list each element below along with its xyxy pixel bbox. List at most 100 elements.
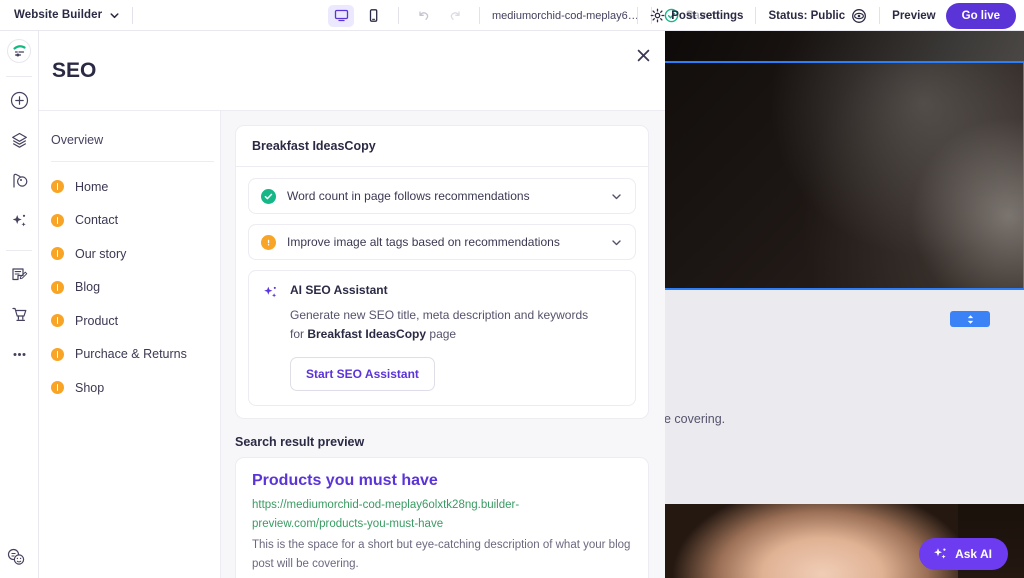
seo-panel-body: Overview Home Contact Our story: [39, 111, 665, 578]
ai-seo-assistant-description: Generate new SEO title, meta description…: [290, 306, 590, 344]
topbar-divider: [398, 7, 399, 24]
warning-circle-icon: [261, 235, 276, 250]
go-live-button[interactable]: Go live: [946, 3, 1016, 29]
desktop-monitor-icon: [334, 8, 349, 23]
seo-page-item-blog[interactable]: Blog: [51, 271, 220, 305]
post-settings-button[interactable]: Post settings: [650, 8, 743, 23]
seo-check-image-alt-tags[interactable]: Improve image alt tags based on recommen…: [248, 224, 636, 260]
seo-page-label: Product: [75, 314, 118, 328]
rail-item-store[interactable]: [4, 299, 34, 329]
redo-arrow-icon: [448, 8, 463, 23]
topbar-left-group: Website Builder: [0, 7, 145, 24]
chevron-down-glyph-icon: [109, 10, 120, 21]
blog-edit-icon: [10, 265, 29, 284]
sparkle-ai-icon: [932, 546, 948, 562]
rail-divider: [6, 76, 32, 77]
rail-item-theme[interactable]: [4, 165, 34, 195]
seo-panel: SEO Overview Home Contact: [39, 31, 665, 578]
rail-item-ai-tools[interactable]: [4, 205, 34, 235]
warning-circle-icon: [51, 314, 64, 327]
search-result-preview-card: Products you must have https://mediumorc…: [235, 457, 649, 578]
search-result-url: https://mediumorchid-cod-meplay6olxtk28n…: [252, 496, 632, 534]
seo-page-item-product[interactable]: Product: [51, 304, 220, 338]
seo-page-label: Home: [75, 180, 108, 194]
rail-item-blog[interactable]: [4, 259, 34, 289]
undo-button[interactable]: [411, 5, 435, 27]
rail-item-help[interactable]: [5, 546, 27, 568]
seo-page-item-our-story[interactable]: Our story: [51, 237, 220, 271]
device-desktop-button[interactable]: [328, 5, 354, 27]
seo-check-label: Word count in page follows recommendatio…: [287, 189, 610, 203]
seo-check-label: Improve image alt tags based on recommen…: [287, 235, 610, 249]
status-badge[interactable]: Status: Public: [768, 8, 867, 24]
builder-app: e covering. Ask AI SEO Overv: [0, 0, 1024, 578]
seo-check-word-count[interactable]: Word count in page follows recommendatio…: [248, 178, 636, 214]
chevron-down-icon[interactable]: [610, 190, 623, 203]
rail-item-more[interactable]: [4, 339, 34, 369]
mobile-phone-icon: [366, 8, 381, 23]
layers-icon: [10, 131, 29, 150]
seo-page-label: Shop: [75, 381, 104, 395]
warning-circle-icon: [51, 180, 64, 193]
rail-divider: [6, 250, 32, 251]
gear-icon: [650, 8, 665, 23]
preview-text-fragment: e covering.: [664, 412, 725, 426]
resize-vertical-icon: [964, 313, 977, 326]
sparkle-ai-icon: [262, 284, 279, 301]
undo-arrow-icon: [416, 8, 431, 23]
topbar-divider: [879, 7, 880, 24]
warning-circle-icon: [51, 281, 64, 294]
seo-page-list-sidebar: Overview Home Contact Our story: [39, 111, 221, 578]
builder-logo-icon[interactable]: [7, 39, 31, 63]
check-circle-icon: [261, 189, 276, 204]
brand-label[interactable]: Website Builder: [14, 9, 102, 21]
ai-seo-assistant-title: AI SEO Assistant: [290, 283, 590, 297]
seo-page-label: Contact: [75, 213, 118, 227]
ai-seo-assistant-box: AI SEO Assistant Generate new SEO title,…: [248, 270, 636, 406]
more-dots-icon: [10, 345, 29, 364]
seo-page-item-purchase-returns[interactable]: Purchace & Returns: [51, 338, 220, 372]
device-mobile-button[interactable]: [360, 5, 386, 27]
close-button[interactable]: [631, 43, 655, 67]
warning-circle-icon: [51, 381, 64, 394]
seo-page-item-shop[interactable]: Shop: [51, 371, 220, 405]
resize-vertical-handle[interactable]: [950, 311, 990, 327]
eye-icon: [851, 8, 867, 24]
preview-header-block: [664, 31, 1024, 61]
rail-item-add-element[interactable]: [4, 85, 34, 115]
warning-circle-icon: [51, 247, 64, 260]
seo-page-card-title: Breakfast IdeasCopy: [236, 126, 648, 167]
ask-ai-button[interactable]: Ask AI: [919, 538, 1008, 570]
seo-page-label: Blog: [75, 280, 100, 294]
search-result-preview-label: Search result preview: [235, 435, 649, 449]
warning-circle-icon: [51, 348, 64, 361]
search-result-title: Products you must have: [252, 472, 632, 490]
top-toolbar: Website Builder: [0, 0, 1024, 31]
seo-checks-list: Word count in page follows recommendatio…: [236, 167, 648, 418]
exclamation-glyph-icon: [264, 238, 273, 247]
topbar-divider: [132, 7, 133, 24]
seo-page-card: Breakfast IdeasCopy Word count in page f…: [235, 125, 649, 419]
preview-hero-image-selected[interactable]: [664, 62, 1024, 289]
seo-detail-pane: Breakfast IdeasCopy Word count in page f…: [221, 111, 665, 578]
theme-palette-icon: [10, 171, 29, 190]
seo-page-item-contact[interactable]: Contact: [51, 204, 220, 238]
ai-desc-page-name: Breakfast IdeasCopy: [307, 327, 426, 341]
topbar-right-group: Post settings Status: Public Preview Go …: [625, 0, 1016, 31]
site-url-label[interactable]: mediumorchid-cod-meplay6…: [492, 10, 639, 22]
start-seo-assistant-button[interactable]: Start SEO Assistant: [290, 357, 435, 391]
chevron-down-icon[interactable]: [610, 236, 623, 249]
close-icon: [637, 49, 650, 62]
seo-overview-label[interactable]: Overview: [51, 133, 214, 162]
ask-ai-label: Ask AI: [955, 547, 992, 561]
rail-item-layers[interactable]: [4, 125, 34, 155]
redo-button[interactable]: [443, 5, 467, 27]
seo-panel-header: SEO: [39, 31, 665, 111]
chevron-down-icon[interactable]: [109, 10, 120, 21]
topbar-divider: [479, 7, 480, 24]
seo-page-item-home[interactable]: Home: [51, 170, 220, 204]
preview-button[interactable]: Preview: [892, 10, 935, 22]
seo-page-label: Our story: [75, 247, 126, 261]
sparkle-ai-icon: [10, 211, 29, 230]
ai-seo-assistant-content: AI SEO Assistant Generate new SEO title,…: [290, 283, 590, 391]
